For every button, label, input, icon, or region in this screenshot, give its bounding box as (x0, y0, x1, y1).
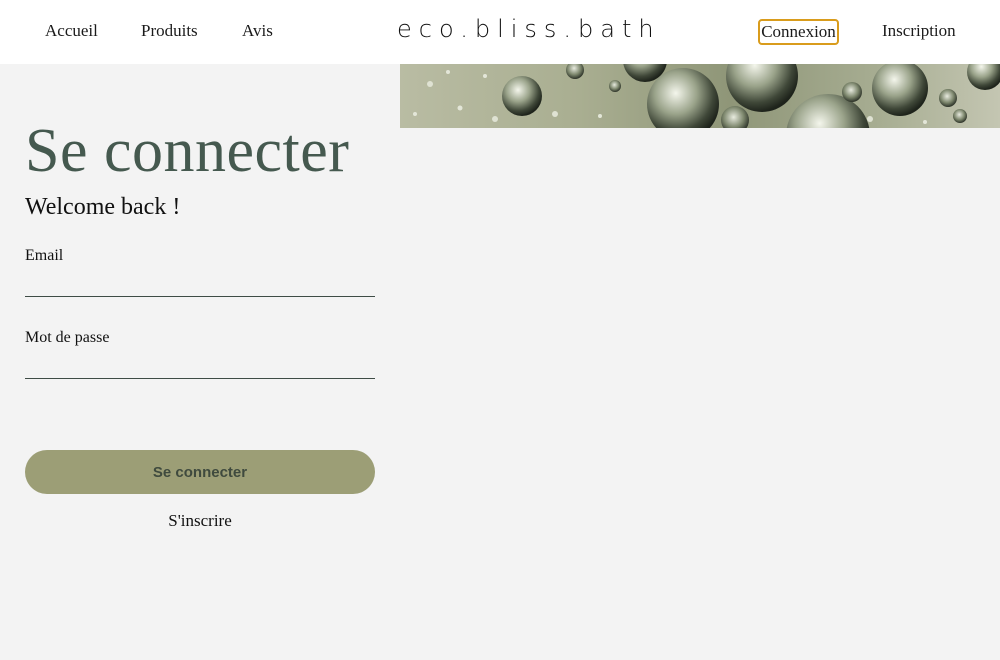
nav-link-reviews[interactable]: Avis (242, 21, 273, 41)
site-logo[interactable]: eco.bliss.bath (397, 15, 661, 43)
page-subtitle: Welcome back ! (25, 194, 181, 220)
nav-link-signup[interactable]: Inscription (882, 21, 956, 41)
site-header: Accueil Produits Avis eco.bliss.bath Con… (0, 0, 1000, 64)
nav-link-login[interactable]: Connexion (758, 19, 839, 45)
signup-link[interactable]: S'inscrire (25, 511, 375, 531)
email-field[interactable] (25, 267, 375, 297)
nav-link-products[interactable]: Produits (141, 21, 198, 41)
page-title: Se connecter (25, 117, 350, 185)
hero-bubbles-image (400, 64, 1000, 128)
email-label: Email (25, 247, 64, 264)
password-field[interactable] (25, 349, 375, 379)
nav-link-home[interactable]: Accueil (45, 21, 98, 41)
login-submit-button[interactable]: Se connecter (25, 450, 375, 494)
password-label: Mot de passe (25, 329, 110, 346)
